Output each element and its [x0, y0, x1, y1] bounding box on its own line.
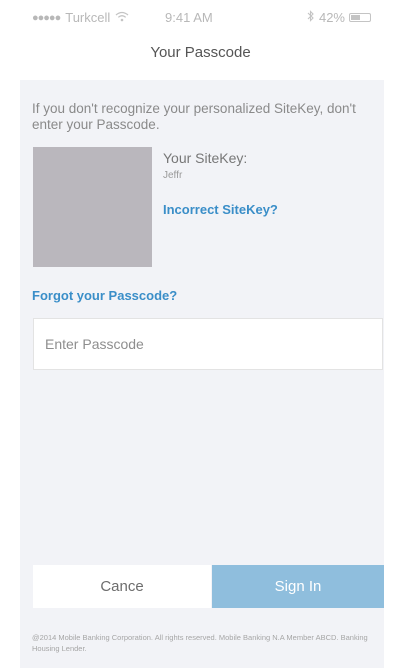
passcode-screen: ●●●●● Turkcell 9:41 AM 42% Your Passcode	[0, 0, 401, 668]
passcode-panel: If you don't recognize your personalized…	[20, 80, 384, 668]
bluetooth-icon	[307, 10, 315, 25]
carrier-name: Turkcell	[65, 10, 111, 25]
status-right: 42%	[307, 10, 371, 25]
cancel-button[interactable]: Cance	[33, 565, 211, 608]
footer-legal-text: @2014 Mobile Banking Corporation. All ri…	[32, 633, 368, 653]
status-time: 9:41 AM	[165, 10, 213, 25]
sitekey-warning-text: If you don't recognize your personalized…	[32, 101, 356, 132]
status-left: ●●●●● Turkcell	[32, 10, 129, 25]
status-bar: ●●●●● Turkcell 9:41 AM 42%	[0, 0, 401, 36]
signal-strength-icon: ●●●●●	[32, 11, 61, 24]
battery-percent: 42%	[318, 10, 345, 25]
sitekey-image	[33, 147, 152, 267]
sitekey-value: Jeffr	[163, 170, 183, 181]
battery-icon	[349, 13, 371, 22]
page-title: Your Passcode	[150, 44, 251, 61]
sitekey-heading: Your SiteKey:	[163, 150, 248, 166]
forgot-passcode-link[interactable]: Forgot your Passcode?	[32, 288, 177, 303]
wifi-icon	[115, 10, 129, 25]
sign-in-button[interactable]: Sign In	[212, 565, 384, 608]
incorrect-sitekey-link[interactable]: Incorrect SiteKey?	[163, 202, 278, 217]
passcode-input[interactable]	[33, 318, 383, 370]
